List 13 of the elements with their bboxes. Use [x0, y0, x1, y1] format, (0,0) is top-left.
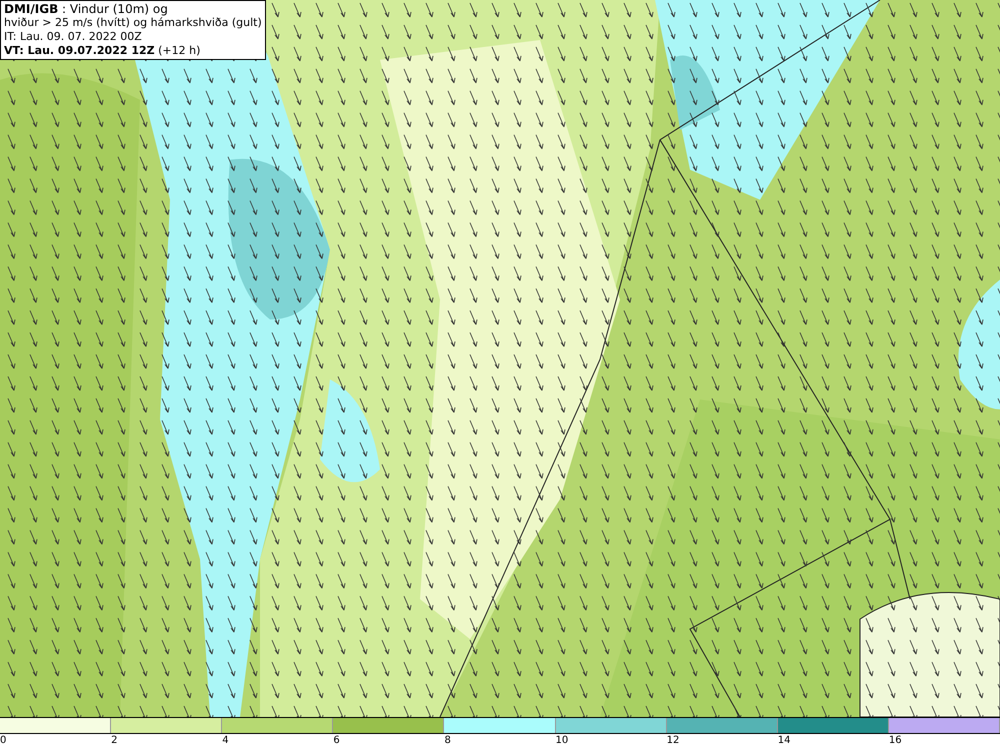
legend-label: 4 [222, 734, 229, 747]
legend-label: 10 [556, 734, 568, 747]
legend-label: 12 [666, 734, 680, 747]
legend-label: 0 [0, 734, 6, 747]
legend-label: 14 [778, 734, 790, 747]
info-text: DMI/IGB : Vindur (10m) og [4, 2, 169, 16]
legend-label: 16 [888, 734, 902, 747]
legend-label: 2 [111, 734, 118, 747]
info-text: hviður > 25 m/s (hvítt) og hámarkshviða (gult) [4, 16, 262, 30]
info-text: IT: Lau. 09. 07. 2022 00Z [4, 30, 143, 44]
legend-label: 6 [333, 734, 340, 747]
info-text: VT: Lau. 09.07.2022 12Z (+12 h) [4, 44, 202, 58]
legend-label: 8 [444, 734, 451, 747]
